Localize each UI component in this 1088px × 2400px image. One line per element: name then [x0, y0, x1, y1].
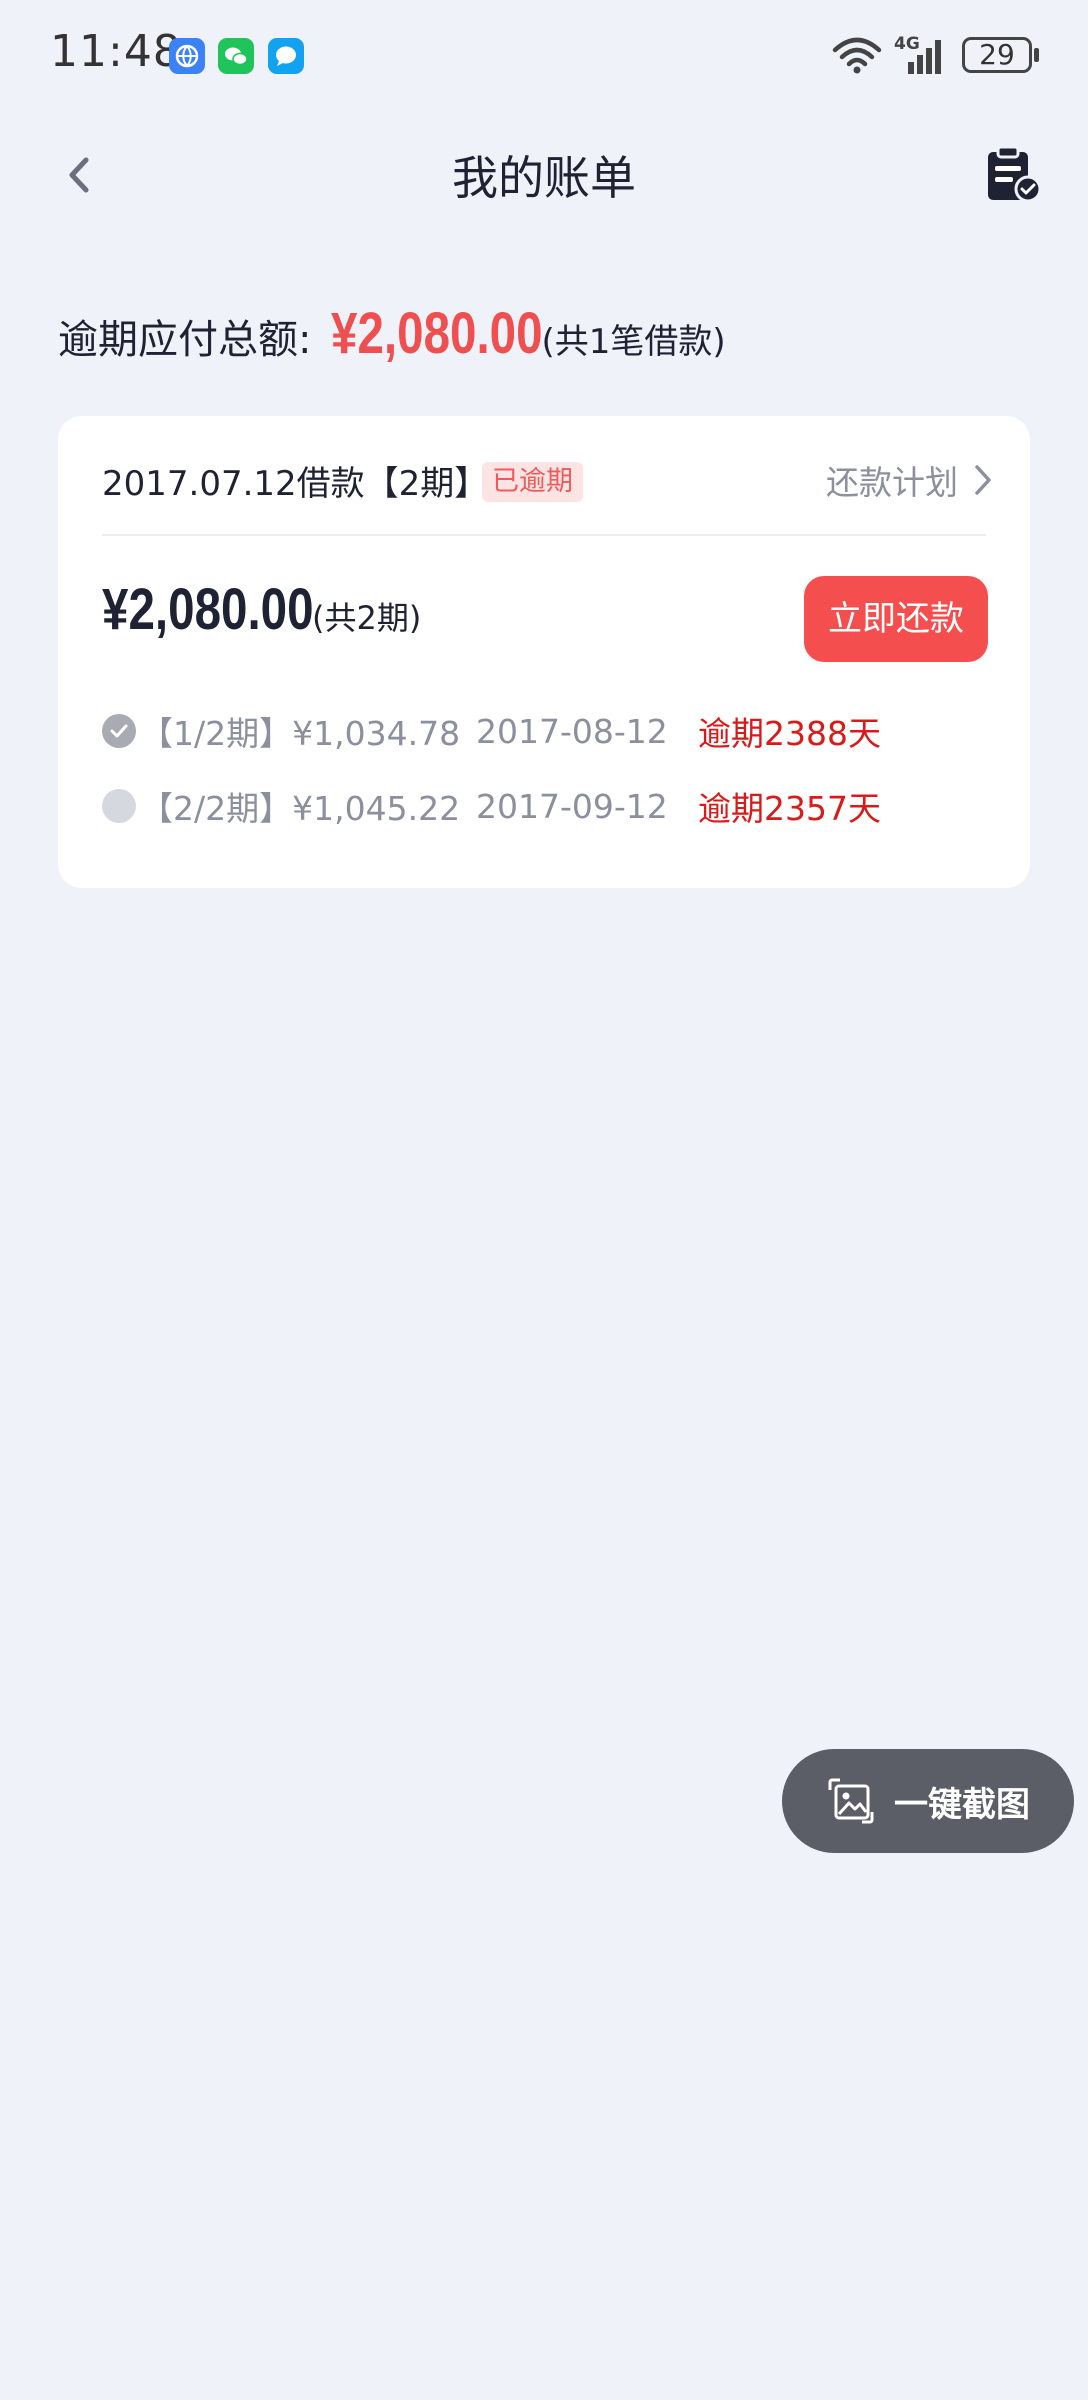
pay-now-button[interactable]: 立即还款 — [804, 576, 988, 662]
bill-records-button[interactable] — [980, 142, 1044, 206]
loan-card: 2017.07.12借款【2期】 已逾期 还款计划 ¥2,080.00 (共2期… — [58, 416, 1030, 888]
loan-period-count: (共2期) — [312, 599, 422, 637]
overdue-summary: 逾期应付总额: ¥2,080.00 (共1笔借款) — [58, 300, 726, 380]
summary-amount: ¥2,080.00 — [331, 301, 544, 366]
message-icon — [268, 38, 304, 74]
wechat-icon — [218, 38, 254, 74]
installment-label: 【2/2期】¥1,045.22 — [140, 789, 461, 828]
divider — [102, 534, 986, 536]
signal-icon — [908, 40, 941, 74]
loan-amount-value: ¥2,080.00 — [102, 577, 314, 642]
chevron-right-icon — [975, 465, 991, 495]
bill-page: 11:48 4G 29 我的账单 逾期应付总额: ¥2,080.00 (共1笔借… — [0, 0, 1088, 2400]
status-bar: 11:48 4G 29 — [0, 0, 1088, 110]
installment-overdue: 逾期2357天 — [698, 789, 881, 828]
status-time: 11:48 — [50, 26, 182, 77]
pending-circle-icon — [102, 789, 136, 823]
repayment-plan-label: 还款计划 — [826, 463, 958, 502]
image-capture-icon — [828, 1778, 874, 1824]
summary-label: 逾期应付总额: — [58, 317, 312, 363]
screenshot-label: 一键截图 — [894, 1784, 1030, 1825]
wifi-icon — [832, 37, 882, 74]
summary-count: (共1笔借款) — [541, 322, 726, 362]
screenshot-button[interactable]: 一键截图 — [782, 1749, 1074, 1853]
loan-title: 2017.07.12借款【2期】 — [102, 464, 489, 504]
loan-amount: ¥2,080.00 (共2期) — [102, 576, 421, 643]
repayment-plan-link[interactable]: 还款计划 — [826, 456, 994, 504]
installment-label: 【1/2期】¥1,034.78 — [140, 714, 461, 753]
browser-icon — [169, 38, 205, 74]
battery-tip — [1034, 48, 1039, 62]
installment-row: 【2/2期】¥1,045.22 2017-09-12 逾期2357天 — [102, 781, 1002, 831]
nav-bar: 我的账单 — [0, 120, 1088, 230]
installment-row: 【1/2期】¥1,034.78 2017-08-12 逾期2388天 — [102, 706, 1002, 756]
page-title: 我的账单 — [452, 151, 636, 205]
installment-overdue: 逾期2388天 — [698, 714, 881, 753]
installment-date: 2017-08-12 — [476, 711, 668, 751]
status-badge: 已逾期 — [482, 462, 583, 502]
clipboard-check-icon — [988, 145, 1042, 203]
battery-indicator: 29 — [962, 37, 1032, 73]
check-circle-icon — [102, 714, 136, 748]
installment-date: 2017-09-12 — [476, 786, 668, 826]
